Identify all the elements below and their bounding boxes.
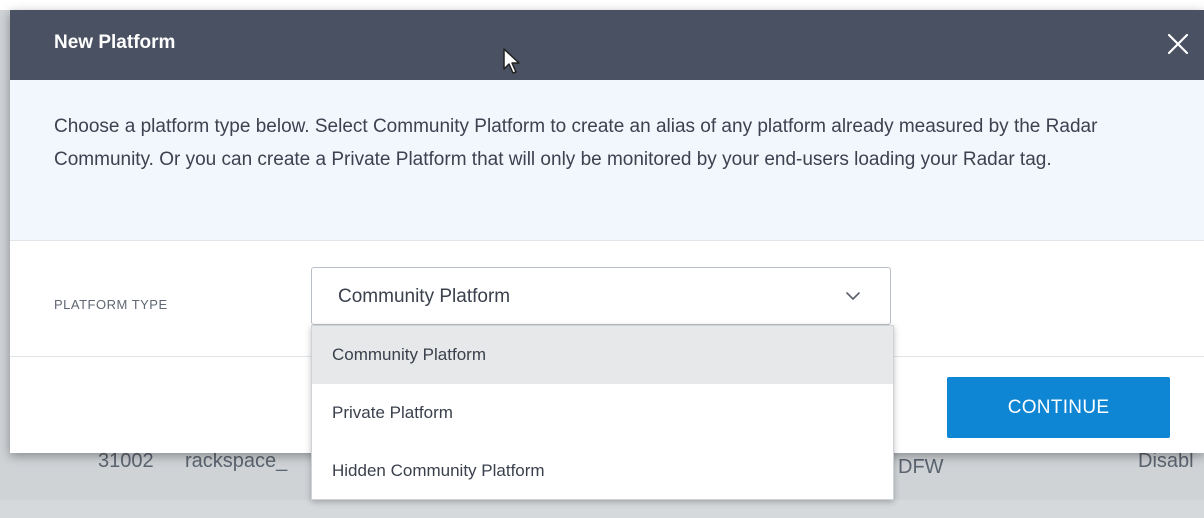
background-page-edge <box>0 10 10 518</box>
dropdown-option-hidden-community-platform[interactable]: Hidden Community Platform <box>312 442 893 500</box>
background-page-bottom <box>0 500 1204 518</box>
dropdown-option-label: Private Platform <box>332 403 453 422</box>
platform-type-selected-value: Community Platform <box>338 286 511 307</box>
mouse-pointer-icon <box>503 48 520 74</box>
close-button[interactable] <box>1160 26 1196 62</box>
modal-title: New Platform <box>54 32 176 53</box>
background-row-location: DFW <box>898 456 944 478</box>
modal-header: New Platform <box>10 10 1204 80</box>
dropdown-option-label: Hidden Community Platform <box>332 461 545 480</box>
dropdown-option-private-platform[interactable]: Private Platform <box>312 384 893 442</box>
modal-description: Choose a platform type below. Select Com… <box>54 116 1098 170</box>
platform-type-label: PLATFORM TYPE <box>54 297 168 312</box>
platform-type-select[interactable]: Community Platform <box>311 267 891 325</box>
close-icon <box>1167 33 1189 55</box>
dropdown-option-label: Community Platform <box>332 345 486 364</box>
background-page-top <box>0 0 1204 10</box>
platform-type-dropdown: Community Platform Private Platform Hidd… <box>311 325 894 500</box>
dropdown-option-community-platform[interactable]: Community Platform <box>312 326 893 384</box>
modal-description-panel: Choose a platform type below. Select Com… <box>10 80 1204 241</box>
chevron-down-icon <box>846 292 860 300</box>
continue-button[interactable]: CONTINUE <box>947 377 1170 438</box>
